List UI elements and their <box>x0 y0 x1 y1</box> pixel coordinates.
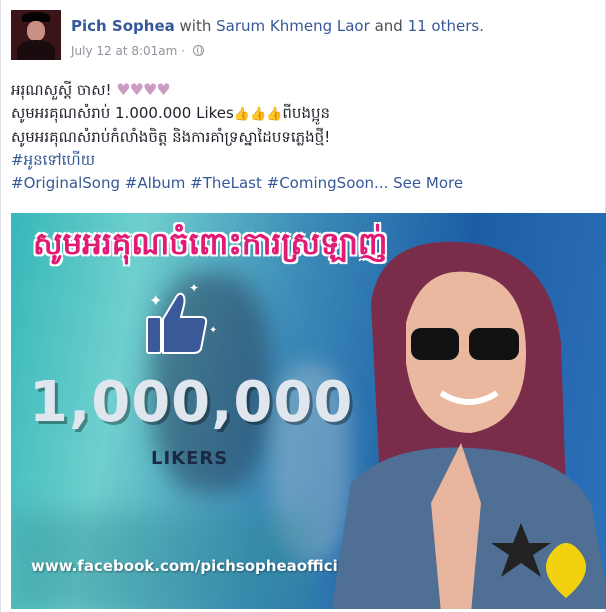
text-line-1: អរុណសួស្តី ចាស! ♥♥♥♥ <box>11 78 597 102</box>
likers-label: LIKERS <box>151 448 229 469</box>
thumbs-up-icons: 👍👍👍 <box>233 107 283 122</box>
from-fans-text: ពីបងប្អូន <box>282 104 331 122</box>
like-count: 1,000,000 <box>29 370 354 435</box>
author-name[interactable]: Pich Sophea <box>71 17 175 35</box>
thumbs-up-icon <box>146 292 208 354</box>
heart-icons: ♥♥♥♥ <box>116 80 170 99</box>
with-text: with <box>179 17 212 35</box>
thanks-text: សូមអរគុណសំរាប់ 1.000.000 Likes <box>11 104 234 122</box>
post-text: អរុណសួស្តី ចាស! ♥♥♥♥ សូមអរគុណសំរាប់ 1.00… <box>11 78 597 195</box>
and-text: and <box>374 17 403 35</box>
post-header: Pich Sophea with Sarum Khmeng Laor and 1… <box>11 10 595 64</box>
tagged-person[interactable]: Sarum Khmeng Laor <box>216 17 370 35</box>
avatar-face <box>27 21 45 41</box>
facebook-post: Pich Sophea with Sarum Khmeng Laor and 1… <box>0 0 606 612</box>
meta-dot: · <box>181 44 185 58</box>
see-more-link[interactable]: See More <box>393 174 463 192</box>
period-text: . <box>479 17 484 35</box>
avatar-body <box>17 40 55 60</box>
text-line-2: សូមអរគុណសំរាប់ 1.000.000 Likes👍👍👍ពីបងប្អ… <box>11 102 597 126</box>
text-line-5: #OriginalSong #Album #TheLast #ComingSoo… <box>11 172 597 195</box>
globe-icon[interactable] <box>192 45 204 56</box>
others-link[interactable]: 11 others <box>408 17 480 35</box>
post-meta: July 12 at 8:01am · <box>71 44 204 58</box>
text-line-4: #អូនទៅហើយ <box>11 149 597 172</box>
header-line: Pich Sophea with Sarum Khmeng Laor and 1… <box>71 17 484 35</box>
author-avatar[interactable] <box>11 10 61 60</box>
hashtags[interactable]: #OriginalSong #Album #TheLast #ComingSoo… <box>11 174 388 192</box>
facebook-url: www.facebook.com/pichsopheaofficial <box>31 557 354 575</box>
greeting-text: អរុណសួស្តី ចាស! <box>11 81 112 99</box>
post-photo[interactable]: សូមអរគុណចំពោះការស្រឡាញ់ ✦ ✦ ✦ 1,000,000 … <box>11 213 606 609</box>
post-timestamp[interactable]: July 12 at 8:01am <box>71 44 177 58</box>
singer-photo <box>331 241 606 609</box>
support-text: សូមអរគុណសំរាប់កំលាំងចិត្ត និងការគាំទ្រស្… <box>11 128 331 146</box>
text-line-3: សូមអរគុណសំរាប់កំលាំងចិត្ត និងការគាំទ្រស្… <box>11 126 597 149</box>
hashtag-khmer[interactable]: #អូនទៅហើយ <box>11 151 95 169</box>
